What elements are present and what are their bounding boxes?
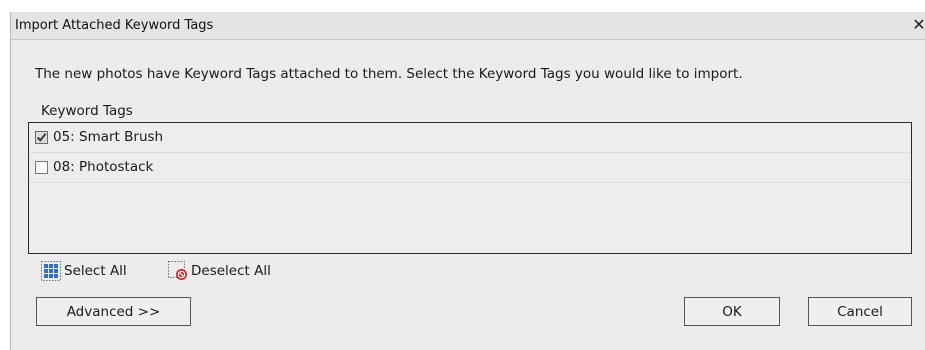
deselect-all-label: Deselect All [191,263,271,279]
keyword-tags-list[interactable]: 05: Smart Brush 08: Photostack [28,122,912,254]
select-all-button[interactable]: Select All [41,260,171,284]
deselect-all-button[interactable]: Deselect All [168,260,308,284]
close-icon: ✕ [912,15,925,34]
ok-button[interactable]: OK [684,297,780,326]
advanced-button[interactable]: Advanced >> [36,297,191,326]
cancel-button[interactable]: Cancel [808,297,912,326]
dialog-titlebar: Import Attached Keyword Tags ✕ [11,12,925,40]
list-item[interactable]: 08: Photostack [29,153,911,183]
tag-label: 05: Smart Brush [53,129,164,145]
select-all-grid-icon [41,261,61,281]
import-keyword-tags-dialog: Import Attached Keyword Tags ✕ The new p… [10,12,925,350]
tag-checkbox-photostack[interactable] [35,161,48,174]
instruction-text: The new photos have Keyword Tags attache… [35,66,743,82]
dialog-title: Import Attached Keyword Tags [15,18,214,33]
deselect-all-icon [168,261,187,280]
tag-label: 08: Photostack [53,159,154,175]
checkmark-icon [36,133,47,142]
close-button[interactable]: ✕ [911,15,925,35]
select-all-label: Select All [64,263,127,279]
tag-checkbox-smart-brush[interactable] [35,131,48,144]
list-item[interactable]: 05: Smart Brush [29,123,911,153]
keyword-tags-label: Keyword Tags [41,103,133,119]
